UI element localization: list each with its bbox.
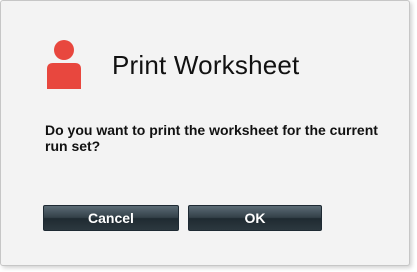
user-icon xyxy=(47,40,81,89)
print-worksheet-dialog: Print Worksheet Do you want to print the… xyxy=(0,0,410,266)
ok-button[interactable]: OK xyxy=(188,205,322,231)
dialog-message: Do you want to print the worksheet for t… xyxy=(45,122,378,154)
cancel-button[interactable]: Cancel xyxy=(43,205,179,231)
dialog-title: Print Worksheet xyxy=(112,49,300,80)
dialog-header: Print Worksheet xyxy=(44,39,299,91)
